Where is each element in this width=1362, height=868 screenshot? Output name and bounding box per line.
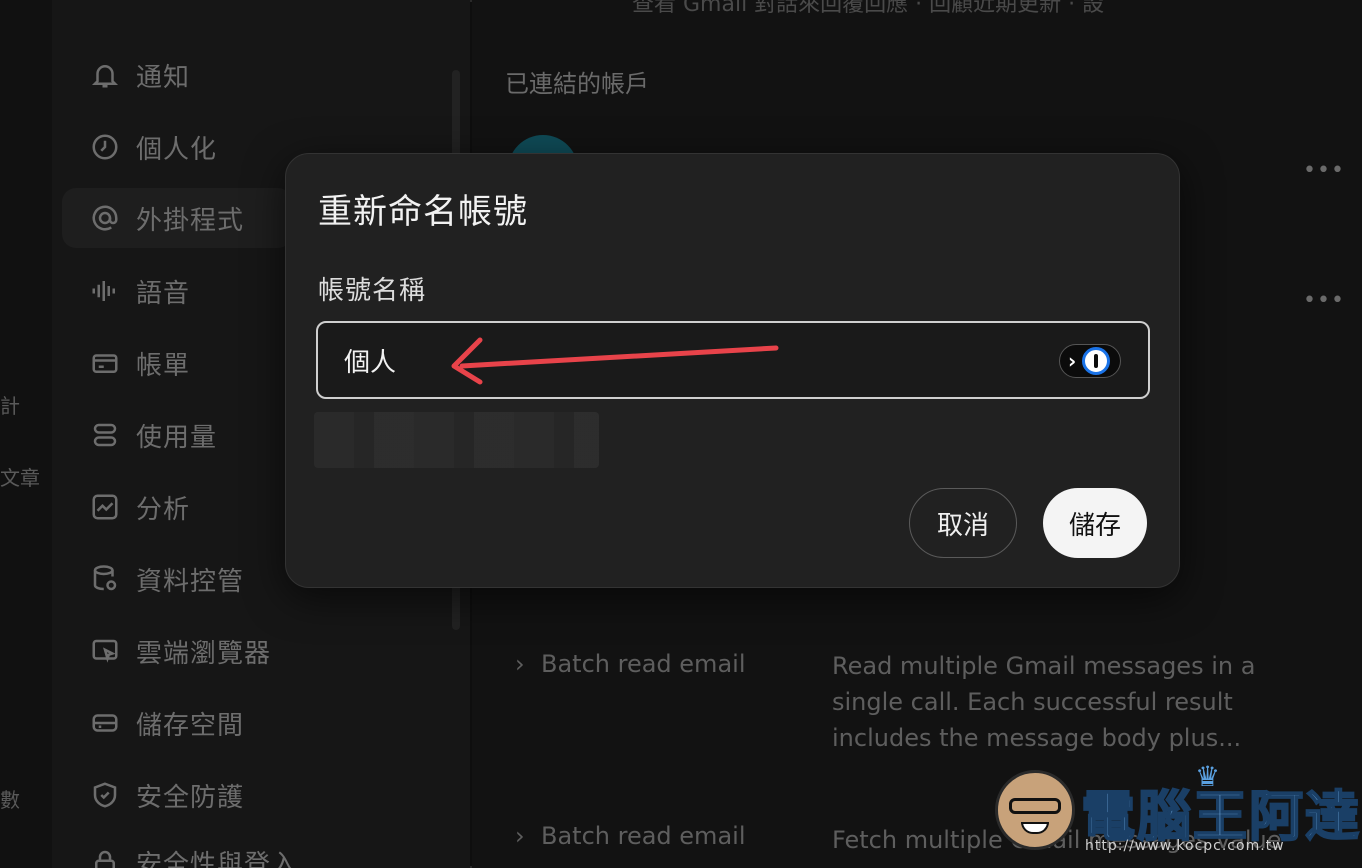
sidebar-item-storage[interactable]: 儲存空間 (80, 693, 440, 753)
sidebar-item-label: 儲存空間 (136, 710, 245, 741)
sidebar-item-label: 分析 (136, 494, 191, 525)
database-icon (88, 562, 122, 596)
sidebar-item-label: 帳單 (136, 350, 191, 381)
tool-name: Batch read email (541, 822, 746, 850)
more-horizontal-icon[interactable]: ••• (1303, 288, 1345, 313)
annotation-arrow (451, 337, 779, 385)
tool-description: Read multiple Gmail messages in a single… (832, 652, 1256, 752)
sidebar-item-label: 雲端瀏覽器 (136, 638, 272, 669)
watermark-url: http://www.kocpc.com.tw (1085, 838, 1285, 854)
waveform-icon (88, 274, 122, 308)
usage-icon (88, 418, 122, 452)
save-button[interactable]: 儲存 (1043, 488, 1147, 558)
left-strip-text: 文章 (0, 466, 40, 490)
tool-row[interactable]: › Batch read email (515, 650, 745, 678)
linked-accounts-title: 已連結的帳戶 (505, 70, 649, 98)
sidebar-item-cloud-browser[interactable]: 雲端瀏覽器 (80, 621, 440, 681)
1password-icon[interactable]: › (1059, 344, 1121, 378)
chevron-right-icon: › (515, 650, 525, 678)
chevron-right-icon: › (515, 822, 525, 850)
sidebar-item-plugins[interactable]: 外掛程式 (62, 188, 292, 248)
left-strip-text: 計 (0, 394, 20, 418)
left-strip-text: 數 (0, 788, 20, 812)
tool-name: Batch read email (541, 650, 746, 678)
lock-icon (88, 845, 122, 868)
sidebar-item-label: 語音 (136, 278, 191, 309)
credit-card-icon (88, 346, 122, 380)
sidebar-item-label: 個人化 (136, 134, 218, 165)
sidebar-item-notifications[interactable]: 通知 (80, 45, 440, 105)
sidebar-item-security[interactable]: 安全防護 (80, 765, 440, 825)
sidebar-item-label: 使用量 (136, 422, 218, 453)
tool-row[interactable]: › Batch read email (515, 822, 745, 850)
sidebar-item-security-login[interactable]: 安全性與登入 (80, 832, 440, 868)
mascot-glasses (1009, 798, 1061, 814)
blurred-hint (314, 412, 599, 468)
sidebar-item-label: 資料控管 (136, 566, 245, 597)
account-name-label: 帳號名稱 (318, 276, 427, 306)
sidebar-item-label: 外掛程式 (136, 205, 245, 236)
sidebar-item-label: 安全性與登入 (136, 849, 299, 868)
bell-icon (88, 58, 122, 92)
site-watermark: ♛ 電腦王阿達 http://www.kocpc.com.tw (995, 760, 1360, 860)
cancel-button[interactable]: 取消 (909, 488, 1017, 558)
analytics-icon (88, 490, 122, 524)
storage-icon (88, 706, 122, 740)
shield-icon (88, 778, 122, 812)
sidebar-item-label: 通知 (136, 62, 191, 93)
dialog-title: 重新命名帳號 (318, 192, 528, 232)
personalization-icon (88, 130, 122, 164)
cloud-browser-icon (88, 634, 122, 668)
left-strip: 計 文章 數 (0, 0, 52, 868)
chevron-right-icon: › (1068, 349, 1077, 373)
more-horizontal-icon[interactable]: ••• (1303, 158, 1345, 183)
password-key-icon (1082, 347, 1111, 375)
sidebar-item-label: 安全防護 (136, 782, 245, 813)
header-description: 查看 Gmail 對話來回覆回應 · 回顧近期更新 · 設 (632, 0, 1105, 17)
at-sign-icon (88, 201, 122, 235)
